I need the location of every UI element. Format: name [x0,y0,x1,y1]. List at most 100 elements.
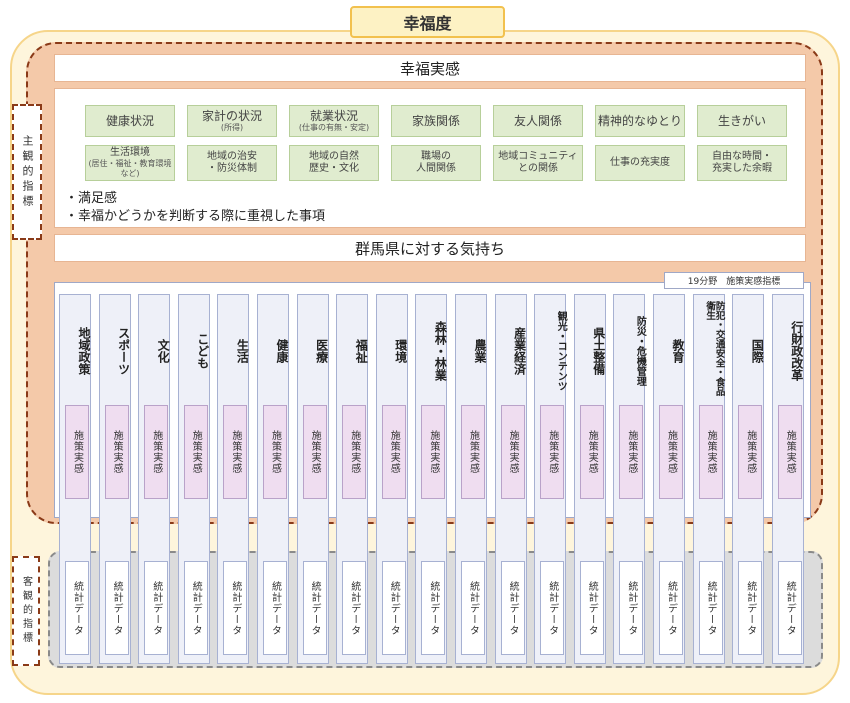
policy-sense-box: 施策実感 [302,405,327,499]
statistics-data-box: 統計データ [619,561,644,655]
factor-label: 仕事の充実度 [610,157,670,168]
field-name: 行財政改革 [789,321,804,381]
policy-sense-box: 施策実感 [777,405,802,499]
statistics-data-box: 統計データ [540,561,565,655]
statistics-data-box: 統計データ [263,561,287,655]
statistics-data-box: 統計データ [777,561,802,655]
field-column: 環境 施策実感 統計データ [375,294,408,664]
field-name: 森林・林業 [433,321,448,381]
field-name: 健康 [275,339,289,363]
factor-box-7: 生きがい [697,105,787,137]
policy-sense-box: 施策実感 [738,405,763,499]
factor-note: (居住・福祉・教育環境など) [88,159,172,178]
policy-sense-box: 施策実感 [263,405,287,499]
field-column: 県土整備 施策実感 統計データ [573,294,606,664]
policy-sense-box: 施策実感 [183,405,208,499]
statistics-data-box: 統計データ [421,561,446,655]
field-column: 防災・危機管理施策実感統計データ [613,294,646,664]
field-name: スポーツ [116,327,131,375]
field-column: 医療施策実感統計データ [296,294,329,664]
factor-box-6: 精神的なゆとり [595,105,685,137]
diagram-title: 幸福度 [350,6,505,38]
statistics-data-box: 統計データ [183,561,208,655]
policy-sense-box: 施策実感 [65,405,89,499]
subjective-indicator-label: 主観的指標 [12,104,42,240]
field-name: 国際 [750,339,765,363]
factor-label: 就業状況 [309,109,358,123]
satisfaction-line: ・満足感 [65,191,118,206]
policy-sense-box: 施策実感 [579,405,604,499]
factor-label: 精神的なゆとり [597,113,682,128]
field-name: 観光・コンテンツ [555,311,567,391]
factor-label: 地域コミュニティ との関係 [498,151,578,174]
field-name: 福祉 [354,339,369,363]
judgement-factors-line: ・幸福かどうかを判断する際に重視した事項 [65,209,326,224]
factor-label: 友人関係 [513,113,562,128]
field-column: 健康施策実感統計データ [257,294,289,664]
field-name: 防災・危機管理 [634,316,646,386]
statistics-data-box: 統計データ [738,561,763,655]
factor-label: 健康状況 [105,113,154,128]
field-column: 国際施策実感統計データ [732,294,765,664]
field-column: 福祉 施策実感 統計データ [336,294,369,664]
statistics-data-box: 統計データ [302,561,327,655]
policy-sense-box: 施策実感 [698,405,723,499]
statistics-data-box: 統計データ [65,561,89,655]
factor-box-b-6: 仕事の充実度 [595,145,685,181]
statistics-data-box: 統計データ [342,561,367,655]
field-name: こども [195,333,210,369]
policy-sense-box: 施策実感 [500,405,525,499]
factor-box-1: 健康状況 [85,105,175,137]
field-name: 防犯・交通安全・食品衛生 [704,301,725,396]
statistics-data-box: 統計データ [144,561,169,655]
policy-sense-box: 施策実感 [540,405,565,499]
policy-sense-box: 施策実感 [223,405,248,499]
statistics-data-box: 統計データ [500,561,525,655]
field-name: 産業経済 [512,327,527,375]
policy-indicator-badge: 19分野 施策実感指標 [664,272,804,289]
field-name: 環境 [393,339,408,363]
field-column: 防犯・交通安全・食品衛生施策実感統計データ [692,294,725,664]
field-name: 医療 [314,339,329,363]
factor-box-b-4: 職場の 人間関係 [391,145,481,181]
factor-label: 自由な時間・ 充実した余暇 [712,151,772,174]
policy-sense-box: 施策実感 [659,405,683,499]
factor-label: 地域の自然 歴史・文化 [309,151,359,174]
field-name: 農業 [473,339,487,363]
factor-label: 生きがい [717,113,766,128]
happiness-sense-band: 幸福実感 [54,54,806,82]
factor-box-5: 友人関係 [493,105,583,137]
factor-box-b-2: 地域の治安 ・防災体制 [187,145,277,181]
field-column: スポーツ 施策実感 統計データ [98,294,131,664]
field-column: 地域政策施策実感統計データ [59,294,91,664]
field-column: 生活 施策実感 統計データ [217,294,250,664]
statistics-data-box: 統計データ [223,561,248,655]
policy-sense-box: 施策実感 [461,405,485,499]
statistics-data-box: 統計データ [698,561,723,655]
field-column: 教育施策実感統計データ [653,294,685,664]
factor-label: 地域の治安 ・防災体制 [207,151,257,174]
feelings-for-gunma-band: 群馬県に対する気持ち [54,234,806,262]
field-column: 行財政改革施策実感統計データ [771,294,804,664]
policy-sense-box: 施策実感 [421,405,446,499]
factor-label: 職場の 人間関係 [416,151,456,174]
field-column: 森林・林業施策実感統計データ [415,294,448,664]
policy-sense-box: 施策実感 [144,405,169,499]
field-name: 文化 [156,339,171,363]
statistics-data-box: 統計データ [104,561,129,655]
field-column: 農業 施策実感 統計データ [455,294,487,664]
statistics-data-box: 統計データ [659,561,683,655]
factor-note: (仕事の有無・安定) [298,123,370,133]
factor-label: 家族関係 [411,113,460,128]
field-name: 県土整備 [591,327,606,375]
field-name: 教育 [671,339,685,363]
factor-label: 家計の状況 [201,109,262,123]
field-column: 観光・コンテンツ施策実感統計データ [534,294,567,664]
factor-box-b-5: 地域コミュニティ との関係 [493,145,583,181]
factor-label: 生活環境 [110,147,150,159]
policy-sense-box: 施策実感 [619,405,644,499]
factor-box-b-7: 自由な時間・ 充実した余暇 [697,145,787,181]
factor-box-b-3: 地域の自然 歴史・文化 [289,145,379,181]
factor-note: (所得) [220,123,244,133]
field-name: 地域政策 [77,327,91,375]
